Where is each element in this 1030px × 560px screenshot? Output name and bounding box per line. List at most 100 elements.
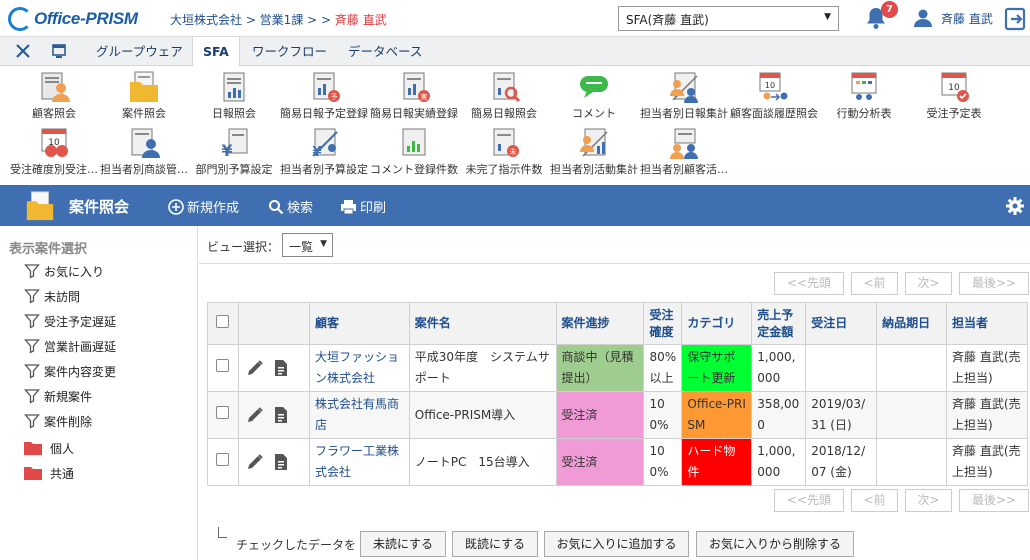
menu-incomplete-instructions[interactable]: 未 未完了指示件数 bbox=[458, 126, 550, 177]
sidebar: 表示案件選択 お気に入り 未訪問 受注予定遅延 営業計画遅延 案件内容変更 新規案件 案件削… bbox=[0, 226, 198, 560]
menu-order-probability[interactable]: 10 受注確度別受注… bbox=[8, 126, 100, 177]
mark-unread-button[interactable]: 未読にする bbox=[360, 531, 446, 557]
window-icon[interactable] bbox=[51, 43, 67, 59]
header-amount[interactable]: 売上予定金額 bbox=[751, 302, 807, 345]
menu-daily-report-inquiry[interactable]: 日報照会 bbox=[188, 70, 280, 121]
sidebar-filter-item[interactable]: お気に入り bbox=[24, 261, 104, 281]
user-menu[interactable]: 斉藤 直武 bbox=[913, 8, 993, 28]
dept-budget-icon: ¥ bbox=[221, 128, 248, 160]
row-checkbox[interactable] bbox=[216, 405, 230, 419]
remove-favorite-button[interactable]: お気に入りから削除する bbox=[696, 531, 854, 557]
sidebar-filter-label: 新規案件 bbox=[44, 389, 93, 404]
sidebar-filter-item[interactable]: 受注予定遅延 bbox=[24, 311, 116, 331]
pager-last-button[interactable]: 最後>> bbox=[959, 489, 1029, 512]
gear-icon[interactable] bbox=[1005, 196, 1025, 216]
app-logo[interactable]: Office-PRISM bbox=[8, 6, 138, 32]
row-checkbox[interactable] bbox=[216, 452, 230, 466]
menu-behavior-analysis[interactable]: 行動分析表 bbox=[818, 70, 910, 121]
sidebar-filter-item[interactable]: 未訪問 bbox=[24, 286, 80, 306]
document-icon[interactable] bbox=[273, 359, 289, 377]
logout-icon[interactable] bbox=[1003, 7, 1027, 31]
header-category[interactable]: カテゴリ bbox=[681, 302, 753, 345]
search-button[interactable]: 検索 bbox=[268, 197, 313, 216]
pager-prev-button[interactable]: <前 bbox=[851, 489, 898, 512]
pencil-icon[interactable] bbox=[246, 359, 264, 377]
caret-down-icon: ▼ bbox=[320, 239, 327, 249]
breadcrumb-path[interactable]: 大垣株式会社 > 営業1課 > > bbox=[170, 13, 335, 27]
add-favorite-button[interactable]: お気に入りに追加する bbox=[544, 531, 689, 557]
header-owner[interactable]: 担当者 bbox=[946, 302, 1028, 345]
sidebar-filter-item[interactable]: 新規案件 bbox=[24, 386, 92, 406]
menu-simple-result-register[interactable]: 実 簡易日報実績登録 bbox=[368, 70, 460, 121]
sidebar-folder-item[interactable]: 共通 bbox=[24, 463, 74, 483]
customer-cell[interactable]: フラワー工業株式会社 bbox=[308, 438, 410, 486]
pencil-icon[interactable] bbox=[246, 406, 264, 424]
table-row[interactable]: 株式会社有馬商店 Office-PRISM導入 受注済 100% Office-PRIS… bbox=[207, 391, 1028, 439]
document-icon[interactable] bbox=[273, 453, 289, 471]
pager-first-button[interactable]: <<先頭 bbox=[774, 272, 844, 295]
sidebar-filter-item[interactable]: 案件削除 bbox=[24, 411, 92, 431]
progress-cell: 商談中（見積提出） bbox=[555, 344, 645, 392]
pager-last-button[interactable]: 最後>> bbox=[959, 272, 1029, 295]
customer-cell[interactable]: 株式会社有馬商店 bbox=[308, 391, 410, 439]
print-button[interactable]: 印刷 bbox=[340, 197, 386, 216]
svg-text:10: 10 bbox=[765, 81, 775, 90]
pager-first-button[interactable]: <<先頭 bbox=[774, 489, 844, 512]
sidebar-filter-item[interactable]: 案件内容変更 bbox=[24, 361, 116, 381]
tab-groupware[interactable]: グループウェア bbox=[86, 37, 193, 66]
sidebar-filter-label: お気に入り bbox=[44, 264, 105, 279]
staff-customer-icon bbox=[670, 128, 698, 159]
tab-sfa[interactable]: SFA bbox=[192, 37, 240, 67]
sidebar-folder-item[interactable]: 個人 bbox=[24, 438, 74, 458]
header-delivery[interactable]: 納品期日 bbox=[876, 302, 948, 345]
new-button[interactable]: 新規作成 bbox=[168, 197, 239, 216]
svg-text:未: 未 bbox=[510, 147, 517, 156]
sidebar-filter-item[interactable]: 営業計画遅延 bbox=[24, 336, 116, 356]
menu-dept-budget[interactable]: ¥ 部門別予算設定 bbox=[188, 126, 280, 177]
filter-icon bbox=[24, 264, 40, 279]
menu-staff-report-summary[interactable]: 担当者別日報集計 bbox=[638, 70, 730, 121]
menu-staff-deal-management[interactable]: 担当者別商談管… bbox=[98, 126, 190, 177]
document-icon[interactable] bbox=[273, 406, 289, 424]
header-probability[interactable]: 受注確度 bbox=[643, 302, 683, 345]
close-icon[interactable] bbox=[14, 42, 32, 60]
sidebar-filter-label: 受注予定遅延 bbox=[44, 314, 117, 329]
sfa-user-select[interactable]: SFA(斉藤 直武) ▼ bbox=[618, 6, 839, 31]
menu-staff-activity-summary[interactable]: 担当者別活動集計 bbox=[548, 126, 640, 177]
menu-customer-meeting-history[interactable]: 10 顧客面談履歴照会 bbox=[728, 70, 820, 121]
owner-cell: 斉藤 直武(売上担当) bbox=[946, 344, 1028, 392]
menu-staff-customer-activity[interactable]: 担当者別顧客活… bbox=[638, 126, 730, 177]
mark-read-button[interactable]: 既読にする bbox=[452, 531, 538, 557]
header-customer[interactable]: 顧客 bbox=[308, 302, 410, 345]
menu-comment-count[interactable]: コメント登録件数 bbox=[368, 126, 460, 177]
menu-simple-report-inquiry[interactable]: 簡易日報照会 bbox=[458, 70, 550, 121]
delivery-cell bbox=[876, 391, 948, 439]
table-row[interactable]: 大垣ファッション株式会社 平成30年度 システムサポート 商談中（見積提出） 80%以… bbox=[207, 344, 1028, 392]
menu-label: コメント登録件数 bbox=[370, 163, 458, 176]
row-checkbox[interactable] bbox=[216, 358, 230, 372]
main-content: ビュー選択： 一覧 ▼ <<先頭 <前 次> 最後>> 顧客 案件名 案件進捗 … bbox=[199, 226, 1030, 560]
svg-text:¥: ¥ bbox=[312, 145, 321, 160]
customer-cell[interactable]: 大垣ファッション株式会社 bbox=[308, 344, 410, 392]
menu-simple-plan-register[interactable]: 予 簡易日報予定登録 bbox=[278, 70, 370, 121]
menu-label: 担当者別顧客活… bbox=[640, 163, 728, 176]
view-select[interactable]: 一覧 ▼ bbox=[282, 233, 333, 257]
tab-database[interactable]: データベース bbox=[338, 37, 432, 66]
menu-customer-inquiry[interactable]: 顧客照会 bbox=[8, 70, 100, 121]
select-all-cell bbox=[207, 302, 239, 345]
menu-project-inquiry[interactable]: 案件照会 bbox=[98, 70, 190, 121]
tab-workflow[interactable]: ワークフロー bbox=[242, 37, 337, 66]
header-progress[interactable]: 案件進捗 bbox=[555, 302, 645, 345]
pager-prev-button[interactable]: <前 bbox=[851, 272, 898, 295]
header-order-date[interactable]: 受注日 bbox=[805, 302, 878, 345]
menu-order-schedule[interactable]: 10 受注予定表 bbox=[908, 70, 1000, 121]
pager-next-button[interactable]: 次> bbox=[905, 489, 952, 512]
probability-cell: 100% bbox=[643, 391, 683, 439]
select-all-checkbox[interactable] bbox=[216, 314, 230, 328]
header-project[interactable]: 案件名 bbox=[408, 302, 557, 345]
pager-next-button[interactable]: 次> bbox=[905, 272, 952, 295]
table-row[interactable]: フラワー工業株式会社 ノートPC 15台導入 受注済 100% ハード物件 1,000,0… bbox=[207, 438, 1028, 486]
pencil-icon[interactable] bbox=[246, 453, 264, 471]
menu-comment[interactable]: コメント bbox=[548, 70, 640, 121]
menu-staff-budget[interactable]: ¥ 担当者別予算設定 bbox=[278, 126, 370, 177]
